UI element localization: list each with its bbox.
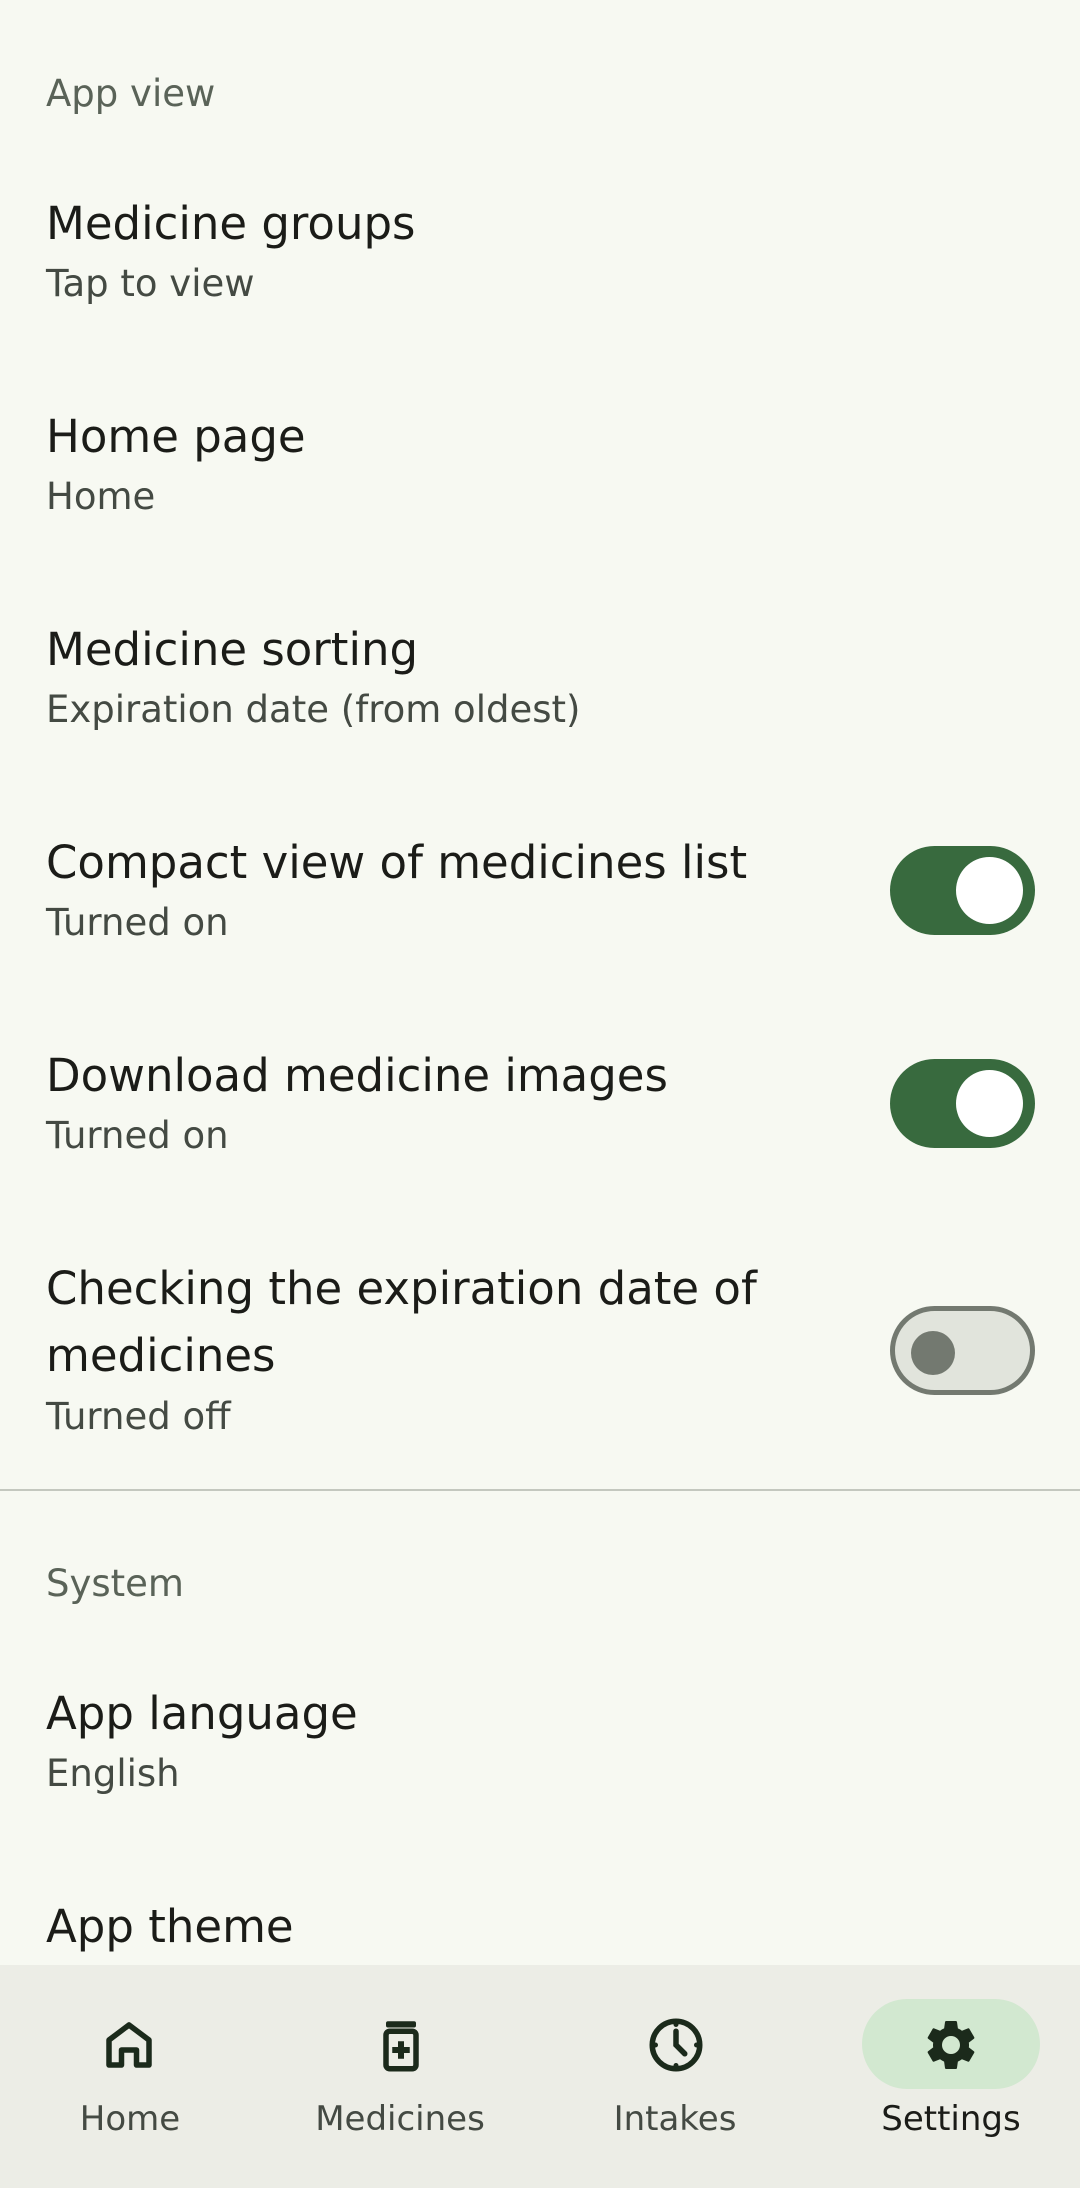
setting-app-theme[interactable]: App theme	[0, 1883, 1080, 1965]
medicine-bottle-icon	[383, 2021, 419, 2072]
toggle-knob	[956, 1070, 1023, 1137]
toggle-knob	[911, 1331, 955, 1375]
setting-home-page[interactable]: Home page Home	[0, 393, 1080, 563]
setting-expiration-check[interactable]: Checking the expiration date of medicine…	[0, 1245, 1080, 1465]
download-images-toggle[interactable]	[890, 1059, 1035, 1148]
setting-subtitle: Tap to view	[46, 262, 255, 305]
nav-home[interactable]: Home	[0, 1965, 270, 2188]
section-divider	[0, 1489, 1080, 1491]
setting-medicine-groups[interactable]: Medicine groups Tap to view	[0, 180, 1080, 350]
bottom-navigation: Home Medicines Intakes Settings	[0, 1965, 1080, 2188]
nav-label: Intakes	[613, 2099, 737, 2139]
gear-icon	[927, 2020, 975, 2069]
nav-label: Medicines	[315, 2099, 485, 2139]
home-icon	[106, 2022, 152, 2068]
setting-title: App theme	[46, 1900, 294, 1953]
nav-label: Settings	[881, 2099, 1021, 2139]
section-title-app-view: App view	[46, 72, 216, 115]
nav-settings[interactable]: Settings	[810, 1965, 1080, 2188]
setting-title: Medicine sorting	[46, 623, 419, 676]
setting-title: Checking the expiration date of	[46, 1262, 757, 1315]
toggle-knob	[956, 857, 1023, 924]
nav-intakes[interactable]: Intakes	[540, 1965, 810, 2188]
setting-subtitle: English	[46, 1752, 180, 1795]
section-title-system: System	[46, 1562, 184, 1605]
setting-title-line2: medicines	[46, 1329, 276, 1382]
setting-title: Medicine groups	[46, 197, 416, 250]
setting-app-language[interactable]: App language English	[0, 1670, 1080, 1840]
compact-view-toggle[interactable]	[890, 846, 1035, 935]
setting-subtitle: Expiration date (from oldest)	[46, 688, 581, 731]
settings-list: App view Medicine groups Tap to view Hom…	[0, 0, 1080, 1965]
setting-subtitle: Turned on	[46, 901, 229, 944]
clock-icon	[649, 2018, 703, 2072]
setting-title: Compact view of medicines list	[46, 836, 748, 889]
setting-subtitle: Turned on	[46, 1114, 229, 1157]
setting-title: Download medicine images	[46, 1049, 668, 1102]
setting-title: Home page	[46, 410, 306, 463]
setting-subtitle: Home	[46, 475, 156, 518]
setting-medicine-sorting[interactable]: Medicine sorting Expiration date (from o…	[0, 606, 1080, 776]
expiration-check-toggle[interactable]	[890, 1306, 1035, 1395]
setting-subtitle: Turned off	[46, 1395, 231, 1438]
setting-title: App language	[46, 1687, 358, 1740]
nav-medicines[interactable]: Medicines	[270, 1965, 540, 2188]
nav-label: Home	[79, 2099, 181, 2139]
setting-download-images[interactable]: Download medicine images Turned on	[0, 1032, 1080, 1202]
setting-compact-view[interactable]: Compact view of medicines list Turned on	[0, 819, 1080, 989]
